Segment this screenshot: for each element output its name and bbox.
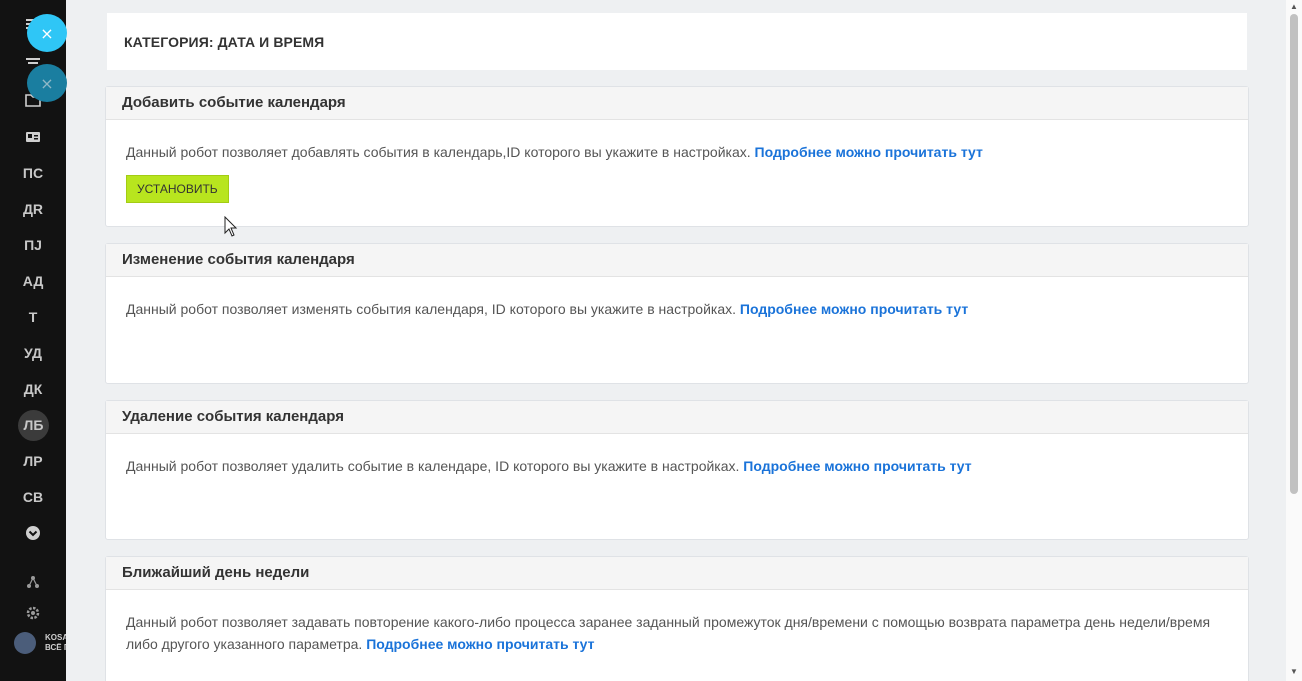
sidebar-item-ud[interactable]: УД: [0, 345, 66, 361]
main-content: КАТЕГОРИЯ: ДАТА И ВРЕМЯ Добавить событие…: [66, 0, 1286, 681]
sidebar-item-dk[interactable]: ДК: [0, 381, 66, 397]
user-subtitle: ВСЁ П: [45, 643, 66, 652]
card-title: Ближайший день недели: [106, 557, 1248, 590]
scrollbar-thumb[interactable]: [1290, 14, 1298, 494]
card-description: Данный робот позволяет изменять события …: [126, 301, 736, 317]
card-description: Данный робот позволяет удалить событие в…: [126, 458, 740, 474]
sidebar-item-ad[interactable]: АД: [0, 273, 66, 289]
close-icon: ×: [40, 23, 54, 43]
sidebar-item-ps[interactable]: ПС: [0, 165, 66, 181]
category-header: КАТЕГОРИЯ: ДАТА И ВРЕМЯ: [107, 13, 1247, 70]
scroll-down-icon[interactable]: ▼: [1289, 667, 1299, 676]
card-title: Изменение события календаря: [106, 244, 1248, 277]
read-more-link[interactable]: Подробнее можно прочитать тут: [755, 144, 983, 160]
close-panel-button-secondary[interactable]: ×: [27, 64, 67, 102]
close-icon: ×: [40, 73, 54, 93]
robot-card-edit-event: Изменение события календаря Данный робот…: [105, 243, 1249, 384]
read-more-link[interactable]: Подробнее можно прочитать тут: [743, 458, 971, 474]
install-button[interactable]: УСТАНОВИТЬ: [126, 175, 229, 203]
card-title: Добавить событие календаря: [106, 87, 1248, 120]
sidebar-item-pj[interactable]: ПJ: [0, 237, 66, 253]
sidebar-item-dr[interactable]: ДR: [0, 201, 66, 217]
scroll-up-icon[interactable]: ▲: [1289, 2, 1299, 11]
contact-card-icon[interactable]: [25, 129, 41, 145]
sidebar-item-sv[interactable]: СВ: [0, 489, 66, 505]
card-description: Данный робот позволяет задавать повторен…: [126, 614, 1211, 652]
vertical-scrollbar[interactable]: ▲ ▼: [1286, 0, 1302, 681]
sidebar-item-t[interactable]: Т: [0, 309, 66, 325]
avatar: [14, 632, 36, 654]
sidebar-item-lr[interactable]: ЛР: [0, 453, 66, 469]
chevron-down-circle-icon[interactable]: [25, 525, 41, 541]
close-panel-button[interactable]: ×: [27, 14, 67, 52]
left-sidebar: ПС ДR ПJ АД Т УД ДК ЛБ ЛР СВ KOSA ВСЁ П: [0, 0, 66, 681]
robot-card-add-event: Добавить событие календаря Данный робот …: [105, 86, 1249, 227]
network-icon[interactable]: [25, 574, 41, 590]
robot-card-delete-event: Удаление события календаря Данный робот …: [105, 400, 1249, 540]
sidebar-item-lb[interactable]: ЛБ: [18, 410, 49, 441]
user-name: KOSA: [45, 633, 66, 642]
page-title: КАТЕГОРИЯ: ДАТА И ВРЕМЯ: [124, 34, 325, 50]
robot-card-nearest-weekday: Ближайший день недели Данный робот позво…: [105, 556, 1249, 681]
mouse-cursor-icon: [224, 216, 238, 237]
read-more-link[interactable]: Подробнее можно прочитать тут: [366, 636, 594, 652]
user-profile[interactable]: KOSA ВСЁ П: [12, 630, 66, 656]
card-title: Удаление события календаря: [106, 401, 1248, 434]
gear-icon[interactable]: [25, 605, 41, 621]
read-more-link[interactable]: Подробнее можно прочитать тут: [740, 301, 968, 317]
card-description: Данный робот позволяет добавлять события…: [126, 144, 751, 160]
